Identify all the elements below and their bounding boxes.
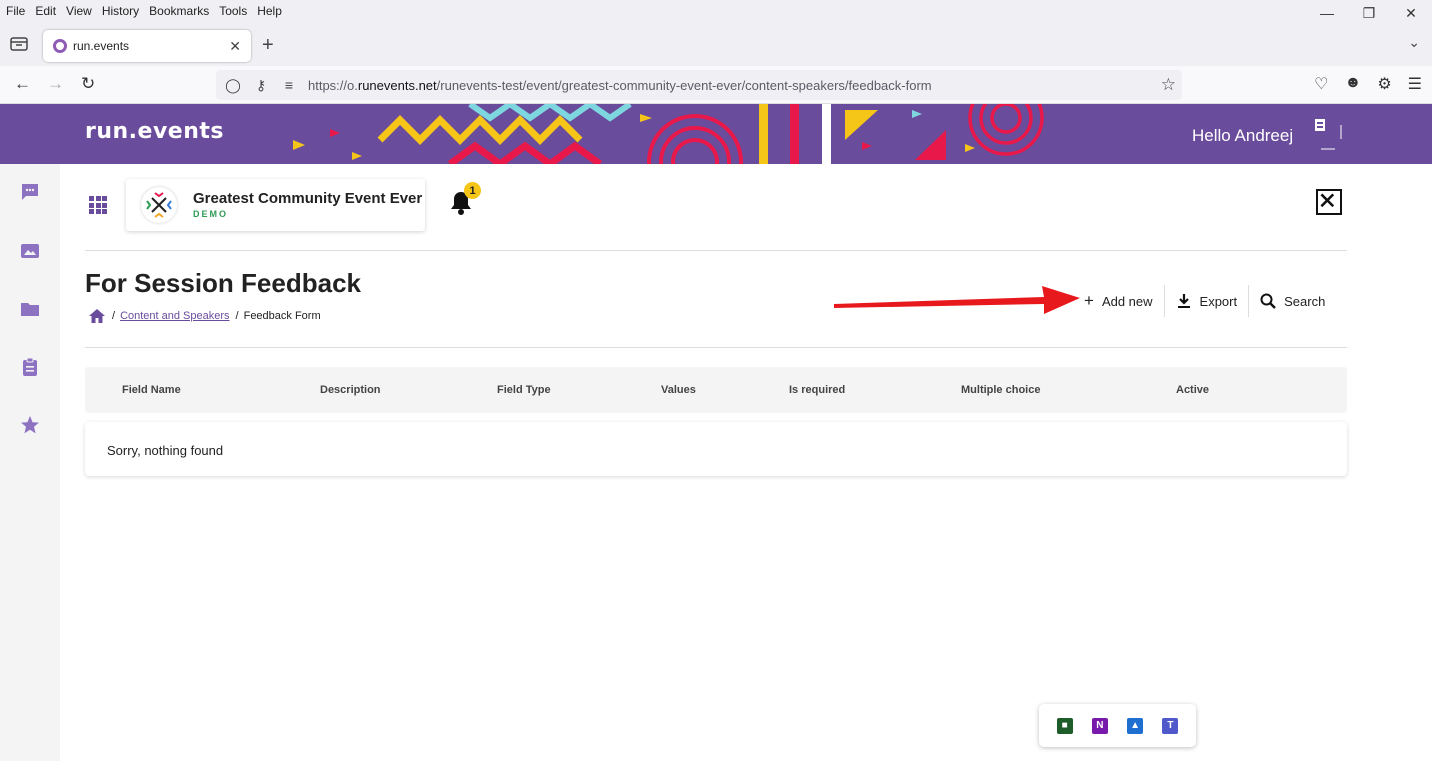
- new-tab-button[interactable]: +: [262, 34, 274, 57]
- event-selector[interactable]: Greatest Community Event Ever DEMO: [126, 179, 425, 231]
- star-icon[interactable]: [20, 415, 40, 435]
- breadcrumb-content-speakers[interactable]: Content and Speakers: [120, 310, 229, 322]
- clipboard-icon[interactable]: [20, 357, 40, 377]
- back-button[interactable]: ←: [14, 74, 31, 94]
- column-header-values[interactable]: Values: [661, 384, 696, 396]
- close-icon[interactable]: [1316, 189, 1342, 215]
- add-new-label: Add new: [1101, 293, 1153, 309]
- hamburger-menu-icon[interactable]: ☰: [1408, 74, 1422, 94]
- page-actions: + Add new Export Search: [1073, 285, 1336, 317]
- export-label: Export: [1199, 293, 1238, 309]
- menu-view[interactable]: View: [66, 4, 92, 18]
- page-title: For Session Feedback: [85, 268, 361, 298]
- column-header-field-type[interactable]: Field Type: [497, 384, 551, 396]
- event-demo-badge: DEMO: [193, 209, 228, 219]
- apps-grid-icon[interactable]: [89, 196, 107, 214]
- plus-icon: +: [1084, 291, 1094, 310]
- site-logo[interactable]: run.events: [85, 119, 224, 144]
- column-header-active[interactable]: Active: [1176, 384, 1209, 396]
- search-button[interactable]: Search: [1248, 285, 1336, 317]
- bookmark-star-icon[interactable]: ☆: [1161, 75, 1176, 95]
- column-header-description[interactable]: Description: [320, 384, 381, 396]
- column-header-multiple-choice[interactable]: Multiple choice: [961, 384, 1040, 396]
- menu-edit[interactable]: Edit: [35, 4, 56, 18]
- home-icon[interactable]: [88, 308, 106, 324]
- teams-icon[interactable]: T: [1162, 717, 1179, 734]
- permissions-icon[interactable]: ≡: [278, 77, 300, 93]
- browser-tab[interactable]: run.events ✕: [43, 30, 251, 62]
- divider: [85, 347, 1347, 348]
- left-rail: [0, 164, 60, 761]
- menu-history[interactable]: History: [102, 4, 139, 18]
- chat-icon[interactable]: [20, 182, 40, 202]
- toolbar-right: ♡ ☻ ⚙ ☰: [1314, 74, 1422, 94]
- system-tray-popup: ■ N ▲ T: [1039, 704, 1196, 747]
- url-bar[interactable]: ◯ ⚷ ≡ https://o.runevents.net/runevents-…: [216, 70, 1182, 100]
- tab-list-icon[interactable]: [10, 36, 28, 52]
- column-header-is-required[interactable]: Is required: [789, 384, 845, 396]
- site-header: run.events Hello Andreej: [0, 104, 1432, 164]
- search-icon: [1260, 293, 1276, 309]
- column-header-field-name[interactable]: Field Name: [122, 384, 181, 396]
- avatar[interactable]: [1313, 117, 1347, 151]
- forward-button[interactable]: →: [47, 74, 64, 94]
- table-header: Field Name Description Field Type Values…: [85, 367, 1347, 413]
- event-logo-icon: [141, 187, 177, 223]
- lock-icon[interactable]: ⚷: [250, 77, 272, 94]
- shield-icon[interactable]: ◯: [222, 77, 244, 94]
- close-tab-icon[interactable]: ✕: [229, 38, 241, 55]
- breadcrumb: / Content and Speakers / Feedback Form: [88, 308, 321, 324]
- breadcrumb-current: Feedback Form: [243, 310, 321, 322]
- menu-bookmarks[interactable]: Bookmarks: [149, 4, 209, 18]
- user-greeting[interactable]: Hello Andreej: [1192, 126, 1293, 146]
- export-button[interactable]: Export: [1163, 285, 1249, 317]
- tab-title: run.events: [73, 39, 130, 53]
- add-new-button[interactable]: + Add new: [1073, 285, 1164, 317]
- browser-menubar: File Edit View History Bookmarks Tools H…: [0, 0, 1432, 22]
- nvidia-icon[interactable]: ■: [1056, 717, 1073, 734]
- security-shield-icon[interactable]: ▲: [1127, 717, 1144, 734]
- pocket-icon[interactable]: ♡: [1314, 74, 1328, 94]
- empty-state-message: Sorry, nothing found: [85, 422, 1347, 476]
- download-icon: [1177, 294, 1190, 308]
- banner-divider: [822, 104, 831, 164]
- annotation-arrow: [834, 286, 1080, 314]
- folder-icon[interactable]: [20, 299, 40, 319]
- url-text[interactable]: https://o.runevents.net/runevents-test/e…: [308, 78, 932, 93]
- menu-tools[interactable]: Tools: [219, 4, 247, 18]
- navigation-bar: ← → ↻ ◯ ⚷ ≡ https://o.runevents.net/rune…: [0, 66, 1432, 104]
- image-icon[interactable]: [20, 241, 40, 261]
- menu-file[interactable]: File: [6, 4, 25, 18]
- extensions-icon[interactable]: ⚙: [1377, 74, 1391, 94]
- account-icon[interactable]: ☻: [1344, 74, 1361, 94]
- divider: [85, 250, 1347, 251]
- search-label: Search: [1284, 293, 1326, 309]
- menu-help[interactable]: Help: [257, 4, 282, 18]
- reload-button[interactable]: ↻: [81, 74, 95, 94]
- favicon-icon: [53, 39, 67, 53]
- chevron-down-icon[interactable]: ⌄: [1408, 34, 1420, 51]
- tab-bar: run.events ✕ + ⌄: [0, 22, 1432, 66]
- notification-badge: 1: [464, 182, 481, 199]
- onenote-icon[interactable]: N: [1091, 717, 1108, 734]
- event-name: Greatest Community Event Ever: [193, 190, 423, 207]
